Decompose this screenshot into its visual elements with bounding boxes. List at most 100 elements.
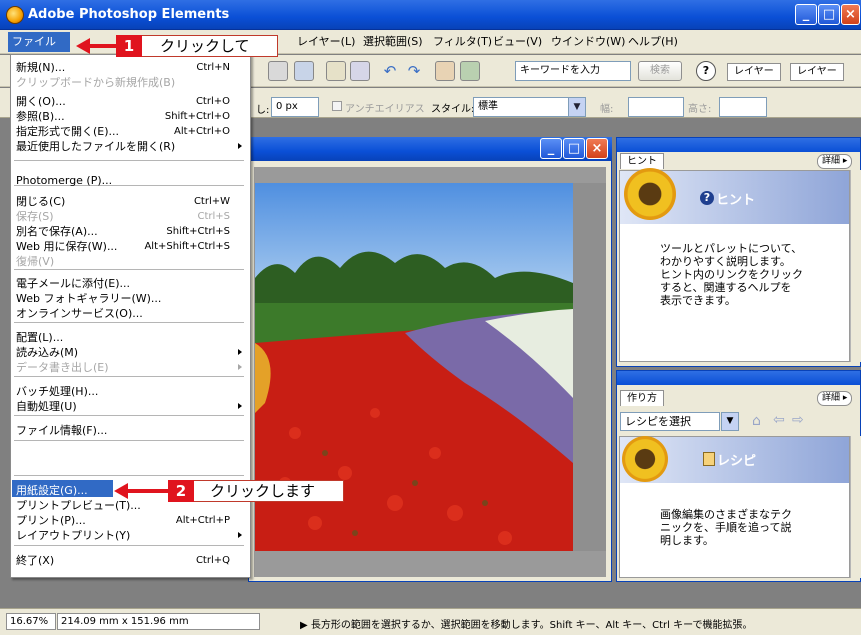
style-dropdown-arrow-icon[interactable]: ▼ xyxy=(568,97,586,117)
home-icon[interactable]: ⌂ xyxy=(752,413,761,429)
callout-1-text: クリックして xyxy=(160,37,250,55)
width-input[interactable] xyxy=(628,97,684,117)
window-title: Adobe Photoshop Elements xyxy=(28,7,230,22)
file-menu-item-label: オンラインサービス(O)... xyxy=(16,307,143,320)
doc-minimize-button[interactable]: _ xyxy=(540,138,562,159)
file-menu-item-shortcut: Ctrl+S xyxy=(197,211,230,222)
palette-well-tab-layers-1[interactable]: レイヤー xyxy=(727,63,781,81)
file-menu-item-label: 別名で保存(A)... xyxy=(16,225,98,238)
height-input[interactable] xyxy=(719,97,767,117)
hint-palette-title-bar[interactable] xyxy=(617,138,860,152)
document-size[interactable]: 214.09 mm x 151.96 mm xyxy=(57,613,260,630)
menu-separator xyxy=(14,475,244,476)
file-menu-item-label: ファイル情報(F)... xyxy=(16,424,108,437)
print-preview-icon[interactable] xyxy=(326,61,346,81)
file-menu-item-label: Photomerge (P)... xyxy=(16,174,113,187)
recipe-tab[interactable]: 作り方 xyxy=(620,390,664,406)
feather-input[interactable]: 0 px xyxy=(271,97,319,117)
hint-more-button[interactable]: 詳細 ▸ xyxy=(817,154,853,169)
file-menu-item-shortcut: Ctrl+Q xyxy=(195,555,230,566)
recipe-header-title: レシピ xyxy=(717,454,757,469)
back-arrow-icon[interactable]: ⇦ xyxy=(773,412,785,428)
file-menu-item-label: バッチ処理(H)... xyxy=(16,385,99,398)
style-label: スタイル: xyxy=(431,104,475,115)
redo-icon[interactable]: ↷ xyxy=(404,61,424,81)
file-menu-item-label: 電子メールに添付(E)... xyxy=(16,277,131,290)
recipe-sunflower-icon xyxy=(622,436,668,482)
file-menu-item-label: 終了(X) xyxy=(16,554,55,567)
file-menu-item-shortcut: Alt+Ctrl+O xyxy=(174,126,230,137)
menu-separator xyxy=(14,160,244,161)
palette-well-tab-layers-2[interactable]: レイヤー xyxy=(790,63,844,81)
hint-scrollbar[interactable] xyxy=(850,170,861,362)
menu-file[interactable]: ファイル(F) xyxy=(8,32,70,68)
file-menu-item-label: 配置(L)... xyxy=(16,331,64,344)
menu-separator xyxy=(14,269,244,270)
menu-separator xyxy=(14,545,244,546)
feather-label: し: xyxy=(256,105,270,116)
antialias-checkbox[interactable] xyxy=(332,101,342,111)
hint-question-icon: ? xyxy=(700,191,714,205)
menu-view[interactable]: ビュー(V) xyxy=(490,33,545,51)
file-menu-item-label: クリップボードから新規作成(B) xyxy=(16,76,176,89)
file-menu-item-label: 指定形式で開く(E)... xyxy=(16,125,120,138)
file-menu-item-label: 復帰(V) xyxy=(16,255,55,268)
file-menu-item-label: Web フォトギャラリー(W)... xyxy=(16,292,162,305)
zoom-level[interactable]: 16.67% xyxy=(6,613,56,630)
recipe-palette-title-bar[interactable] xyxy=(617,371,860,385)
file-menu-item-label: 読み込み(M) xyxy=(16,346,79,359)
file-menu-item-shortcut: Alt+Ctrl+P xyxy=(175,515,230,526)
forward-arrow-icon[interactable]: ⇨ xyxy=(792,412,804,428)
file-browser-icon[interactable] xyxy=(460,61,480,81)
file-menu-item-label: Web 用に保存(W)... xyxy=(16,240,118,253)
menu-window[interactable]: ウインドウ(W) xyxy=(548,33,628,51)
file-menu-item-label: プリント(P)... xyxy=(16,514,86,527)
print-icon[interactable] xyxy=(268,61,288,81)
search-button[interactable]: 検索 xyxy=(638,61,682,81)
style-select[interactable]: 標準 xyxy=(473,97,569,117)
doc-maximize-button[interactable]: □ xyxy=(563,138,585,159)
email-icon[interactable] xyxy=(350,61,370,81)
doc-close-button[interactable]: × xyxy=(586,138,608,159)
file-menu-item-label: プリントプレビュー(T)... xyxy=(16,499,141,512)
recipe-select[interactable]: レシピを選択 xyxy=(620,412,720,431)
canvas-margin xyxy=(573,183,606,551)
help-icon[interactable]: ? xyxy=(696,61,716,81)
menu-filter[interactable]: フィルタ(T) xyxy=(430,33,495,51)
menu-layer[interactable]: レイヤー(L) xyxy=(294,33,358,51)
file-menu-item-label: データ書き出し(E) xyxy=(16,361,109,374)
hint-description: ツールとパレットについて、 わかりやすく説明します。 ヒント内のリンクをクリック… xyxy=(660,242,803,307)
app-logo-icon xyxy=(6,6,24,24)
minimize-button[interactable]: _ xyxy=(795,4,817,25)
file-menu-item-label: 保存(S) xyxy=(16,210,54,223)
file-menu-item-shortcut: Shift+Ctrl+O xyxy=(164,111,230,122)
menu-help[interactable]: ヘルプ(H) xyxy=(625,33,681,51)
hint-tab[interactable]: ヒント xyxy=(620,153,664,169)
menu-separator xyxy=(14,376,244,377)
recipe-dropdown-arrow-icon[interactable]: ▼ xyxy=(721,412,739,431)
file-menu-item-shortcut: Shift+Ctrl+S xyxy=(166,226,230,237)
file-menu-item-label: 自動処理(U) xyxy=(16,400,77,413)
submenu-arrow-icon xyxy=(238,349,242,355)
file-menu-item-shortcut: Ctrl+W xyxy=(193,196,230,207)
help-search-input[interactable]: キーワードを入力 xyxy=(515,61,631,81)
file-menu-item-label: 新規(N)... xyxy=(16,61,66,74)
camera-icon[interactable] xyxy=(294,61,314,81)
recipe-book-icon xyxy=(703,452,715,466)
callout-1-arrow-head-icon xyxy=(76,38,90,54)
quick-fix-icon[interactable] xyxy=(435,61,455,81)
file-menu-item-label: 閉じる(C) xyxy=(16,195,66,208)
recipe-scrollbar[interactable] xyxy=(850,436,861,578)
file-menu-item-label: レイアウトプリント(Y) xyxy=(16,529,131,542)
hint-header-title: ヒント xyxy=(716,193,756,208)
maximize-button[interactable]: □ xyxy=(818,4,840,25)
close-button[interactable]: × xyxy=(841,4,860,25)
submenu-arrow-icon xyxy=(238,532,242,538)
callout-1-number: 1 xyxy=(116,35,142,57)
file-menu-item-shortcut: Alt+Shift+Ctrl+S xyxy=(144,241,230,252)
menu-separator xyxy=(14,415,244,416)
recipe-more-button[interactable]: 詳細 ▸ xyxy=(817,391,853,406)
menu-select[interactable]: 選択範囲(S) xyxy=(360,33,426,51)
undo-icon[interactable]: ↶ xyxy=(380,61,400,81)
menu-separator xyxy=(14,440,244,441)
